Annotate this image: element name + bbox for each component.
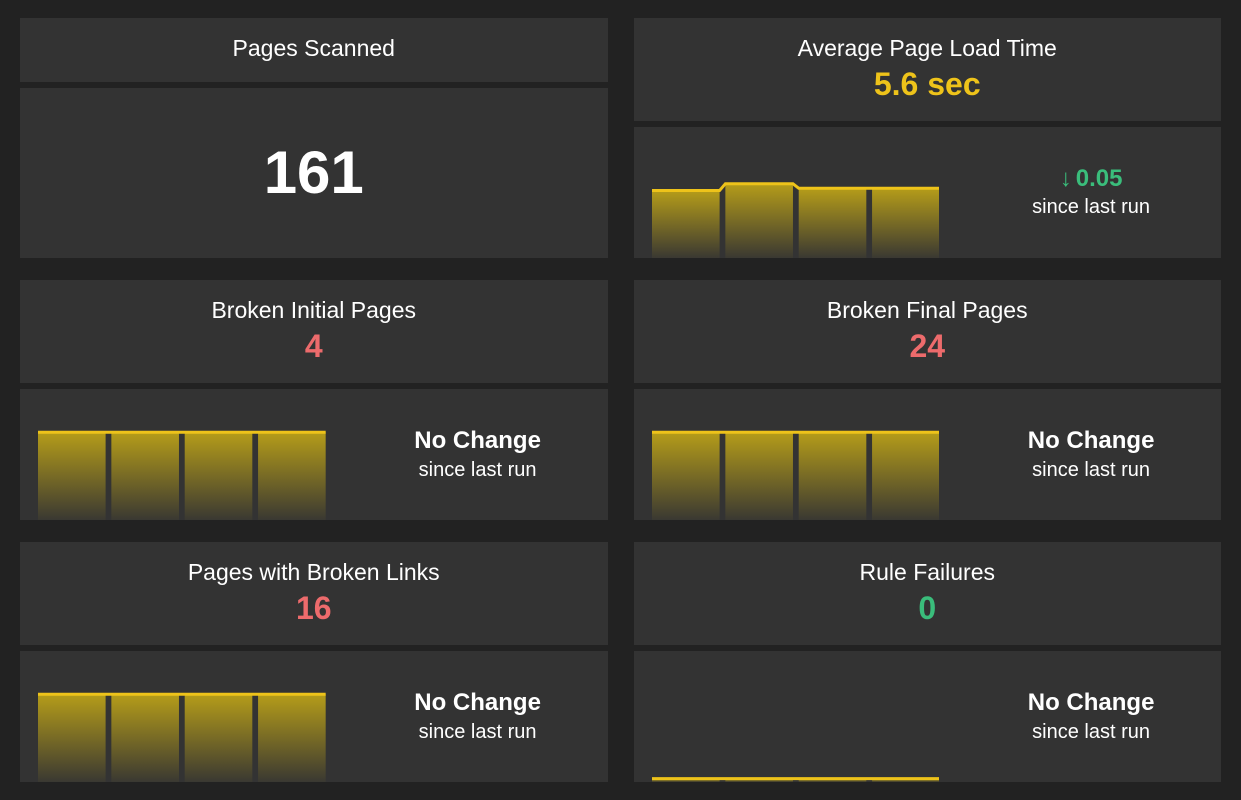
card-broken-links: Pages with Broken Links 16 No Change sin… xyxy=(20,542,608,782)
delta-sub: since last run xyxy=(1032,195,1150,219)
change-main: No Change xyxy=(414,427,541,456)
card-body: 161 xyxy=(20,88,608,258)
change-sub: since last run xyxy=(1032,720,1150,744)
card-broken-final: Broken Final Pages 24 No Change since la… xyxy=(634,280,1222,520)
delta-value: ↓ 0.05 xyxy=(1060,165,1123,193)
sparkline xyxy=(20,389,338,520)
sparkline xyxy=(20,651,338,782)
metric-value: 16 xyxy=(296,590,332,627)
card-header: Broken Final Pages 24 xyxy=(634,280,1222,383)
change-sub: since last run xyxy=(419,458,537,482)
change-block: ↓ 0.05 since last run xyxy=(961,165,1221,219)
delta-number: 0.05 xyxy=(1076,165,1123,193)
card-body: No Change since last run xyxy=(634,651,1222,782)
metric-value: 161 xyxy=(264,143,364,203)
change-sub: since last run xyxy=(419,720,537,744)
change-block: No Change since last run xyxy=(961,689,1221,744)
metric-value: 0 xyxy=(918,590,936,627)
card-broken-initial: Broken Initial Pages 4 No Change since l… xyxy=(20,280,608,520)
card-title: Rule Failures xyxy=(860,558,996,588)
card-avg-load-time: Average Page Load Time 5.6 sec ↓ 0.05 si… xyxy=(634,18,1222,258)
card-pages-scanned: Pages Scanned 161 xyxy=(20,18,608,258)
card-header: Broken Initial Pages 4 xyxy=(20,280,608,383)
metric-value: 5.6 sec xyxy=(874,66,981,103)
sparkline xyxy=(634,127,952,258)
change-block: No Change since last run xyxy=(961,427,1221,482)
card-body: No Change since last run xyxy=(634,389,1222,520)
card-title: Pages Scanned xyxy=(233,34,395,64)
card-header: Pages Scanned xyxy=(20,18,608,82)
card-header: Average Page Load Time 5.6 sec xyxy=(634,18,1222,121)
card-title: Broken Final Pages xyxy=(827,296,1028,326)
dashboard-grid: Pages Scanned 161 Average Page Load Time… xyxy=(20,18,1221,782)
metric-value: 4 xyxy=(305,328,323,365)
metric-value: 24 xyxy=(909,328,945,365)
card-header: Rule Failures 0 xyxy=(634,542,1222,645)
sparkline xyxy=(634,651,952,782)
change-sub: since last run xyxy=(1032,458,1150,482)
change-main: No Change xyxy=(1028,689,1155,718)
change-block: No Change since last run xyxy=(348,427,608,482)
change-main: No Change xyxy=(414,689,541,718)
arrow-down-icon: ↓ xyxy=(1060,165,1072,193)
change-main: No Change xyxy=(1028,427,1155,456)
sparkline xyxy=(634,389,952,520)
card-title: Broken Initial Pages xyxy=(211,296,416,326)
card-title: Pages with Broken Links xyxy=(188,558,440,588)
card-body: No Change since last run xyxy=(20,389,608,520)
card-rule-failures: Rule Failures 0 No Change since last run xyxy=(634,542,1222,782)
card-title: Average Page Load Time xyxy=(798,34,1057,64)
change-block: No Change since last run xyxy=(348,689,608,744)
card-header: Pages with Broken Links 16 xyxy=(20,542,608,645)
card-body: ↓ 0.05 since last run xyxy=(634,127,1222,258)
card-body: No Change since last run xyxy=(20,651,608,782)
